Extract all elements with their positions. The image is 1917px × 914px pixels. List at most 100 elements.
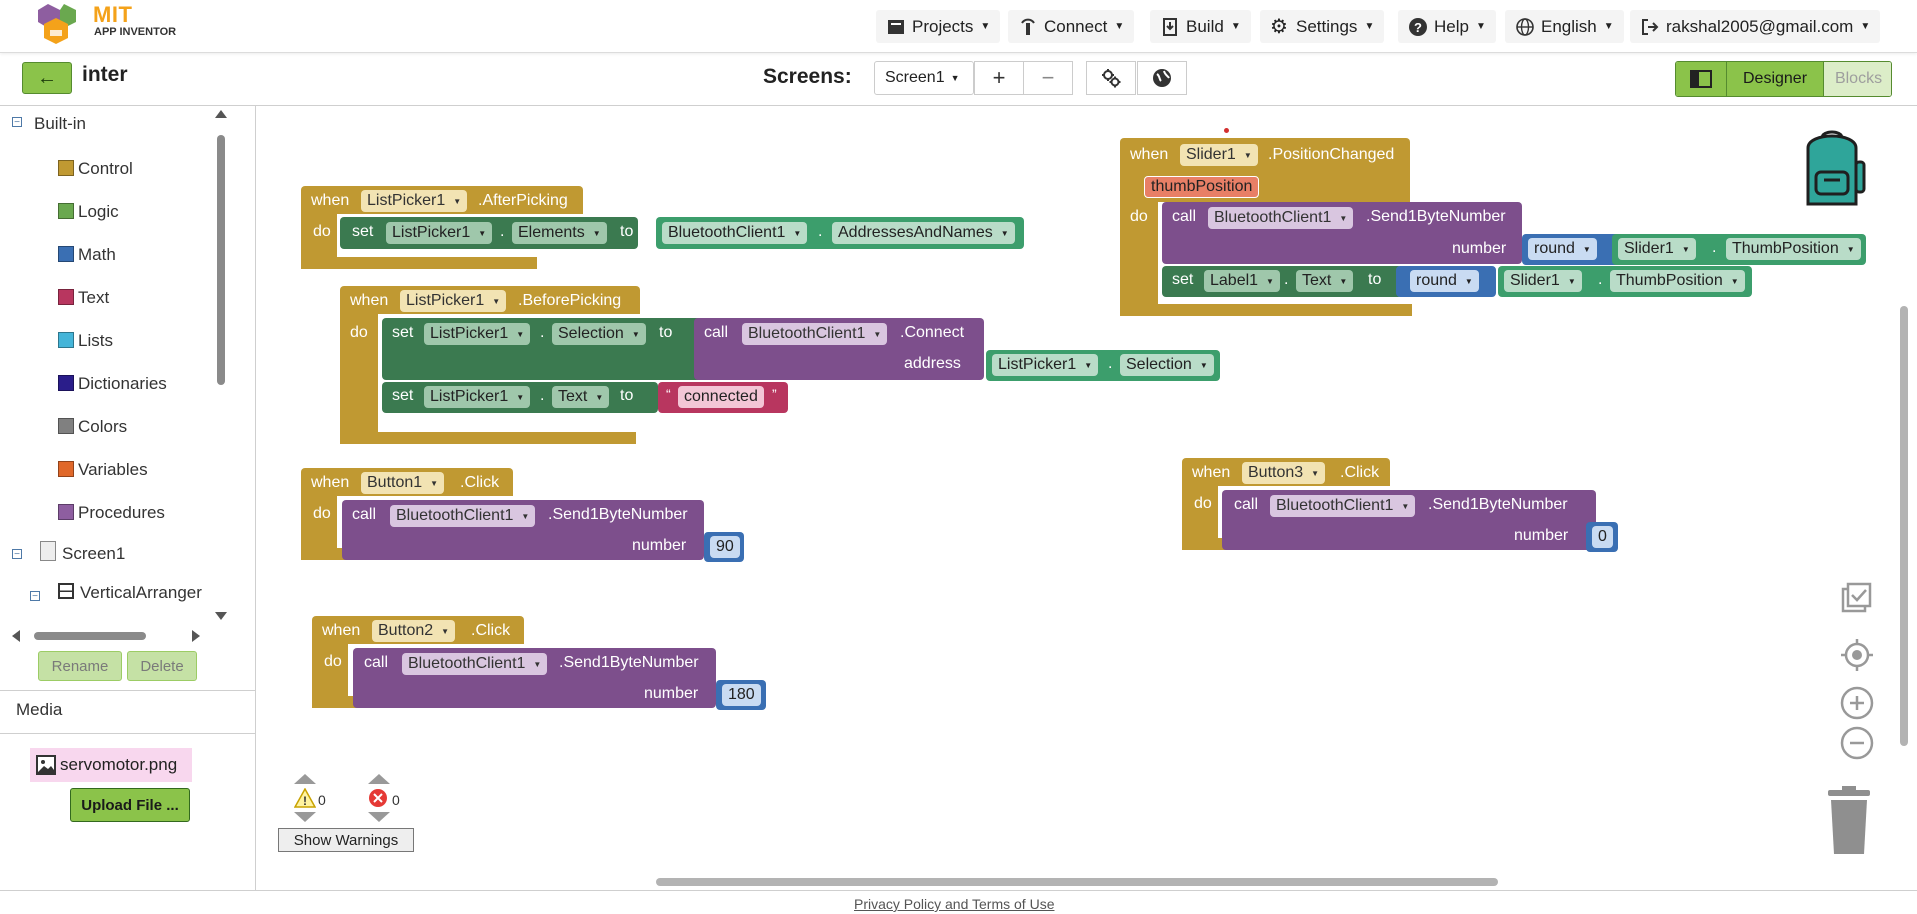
- call-component-dropdown[interactable]: BluetoothClient1 ▼: [1208, 207, 1354, 229]
- set-component-dropdown[interactable]: Label1 ▼: [1204, 270, 1280, 292]
- property-dropdown[interactable]: Selection ▼: [1120, 354, 1214, 376]
- text-value-field[interactable]: connected: [678, 386, 764, 408]
- warning-prev-icon[interactable]: [294, 774, 316, 784]
- scrollbar-thumb[interactable]: [217, 135, 225, 385]
- collapse-icon[interactable]: −: [12, 549, 22, 560]
- set-component-dropdown[interactable]: ListPicker1 ▼: [386, 222, 493, 244]
- collapse-icon[interactable]: −: [30, 591, 40, 602]
- connect-menu[interactable]: Connect ▼: [1008, 10, 1135, 43]
- center-target-icon[interactable]: [1840, 638, 1874, 672]
- component-dropdown[interactable]: ListPicker1 ▼: [992, 354, 1099, 376]
- remove-screen-button[interactable]: −: [1023, 61, 1073, 95]
- scroll-down-icon[interactable]: [215, 612, 227, 620]
- settings-menu[interactable]: ⚙ Settings ▼: [1260, 10, 1385, 43]
- scroll-right-icon[interactable]: [192, 630, 200, 642]
- settings-label: Settings: [1296, 16, 1358, 36]
- component-dropdown[interactable]: Button1 ▼: [361, 472, 445, 494]
- blocks-button[interactable]: Blocks: [1824, 62, 1891, 96]
- set-property-dropdown[interactable]: Elements ▼: [512, 222, 607, 244]
- call-component-dropdown[interactable]: BluetoothClient1 ▼: [402, 653, 548, 675]
- component-dropdown[interactable]: Button3 ▼: [1242, 462, 1326, 484]
- call-component-dropdown[interactable]: BluetoothClient1 ▼: [742, 323, 888, 345]
- workspace-horizontal-scrollbar[interactable]: [656, 878, 1498, 886]
- language-menu[interactable]: English ▼: [1505, 10, 1624, 43]
- scroll-left-icon[interactable]: [12, 630, 20, 642]
- warning-next-icon[interactable]: [294, 812, 316, 822]
- zoom-in-icon[interactable]: [1840, 686, 1874, 720]
- upload-file-button[interactable]: Upload File ...: [70, 788, 190, 822]
- tree-item-variables[interactable]: Variables: [58, 460, 148, 480]
- publish-button[interactable]: [1137, 61, 1187, 95]
- set-property-dropdown[interactable]: Text ▼: [552, 386, 610, 408]
- designer-icon-segment[interactable]: [1676, 62, 1727, 96]
- tree-item-label: Logic: [78, 202, 119, 221]
- tree-builtin[interactable]: Built-in: [34, 114, 86, 134]
- tree-item-colors[interactable]: Colors: [58, 417, 127, 437]
- checklist-icon[interactable]: [1840, 582, 1872, 614]
- error-prev-icon[interactable]: [368, 774, 390, 784]
- tree-item-verticalarrangement[interactable]: VerticalArranger: [58, 583, 202, 603]
- app-logo[interactable]: MIT APP INVENTOR: [38, 2, 198, 46]
- component-dropdown[interactable]: ListPicker1 ▼: [400, 290, 507, 312]
- account-menu[interactable]: rakshal2005@gmail.com ▼: [1630, 10, 1881, 43]
- tree-vertical-scrollbar[interactable]: [214, 110, 228, 620]
- number-value-field[interactable]: 90: [710, 536, 740, 558]
- show-warnings-button[interactable]: Show Warnings: [278, 828, 414, 852]
- privacy-policy-link[interactable]: Privacy Policy and Terms of Use: [854, 896, 1054, 912]
- screen-select[interactable]: Screen1 ▼: [874, 61, 974, 95]
- component-dropdown[interactable]: Slider1 ▼: [1504, 270, 1582, 292]
- round-dropdown[interactable]: round ▼: [1410, 270, 1479, 292]
- tree-item-procedures[interactable]: Procedures: [58, 503, 165, 523]
- workspace-vertical-scrollbar[interactable]: [1900, 306, 1908, 746]
- add-screen-button[interactable]: +: [974, 61, 1024, 95]
- designer-button[interactable]: Designer: [1727, 62, 1824, 96]
- project-properties-button[interactable]: [1086, 61, 1136, 95]
- rename-button[interactable]: Rename: [38, 651, 122, 681]
- property-dropdown[interactable]: AddressesAndNames ▼: [832, 222, 1015, 244]
- dropdown-value: Slider1: [1624, 240, 1674, 257]
- set-property-dropdown[interactable]: Selection ▼: [552, 323, 646, 345]
- number-value-field[interactable]: 0: [1592, 526, 1613, 548]
- projects-menu[interactable]: Projects ▼: [876, 10, 1001, 43]
- set-property-dropdown[interactable]: Text ▼: [1296, 270, 1354, 292]
- backpack-icon[interactable]: [1794, 128, 1870, 210]
- tree-item-control[interactable]: Control: [58, 159, 133, 179]
- tree-item-lists[interactable]: Lists: [58, 331, 113, 351]
- component-dropdown[interactable]: Slider1 ▼: [1618, 238, 1696, 260]
- parameter-thumbposition[interactable]: thumbPosition: [1144, 176, 1260, 198]
- build-menu[interactable]: Build ▼: [1150, 10, 1251, 43]
- set-component-dropdown[interactable]: ListPicker1 ▼: [424, 386, 531, 408]
- tree-item-label: Variables: [78, 460, 148, 479]
- tree-item-screen1[interactable]: Screen1: [40, 541, 125, 564]
- back-button[interactable]: ←: [22, 62, 72, 94]
- component-dropdown[interactable]: BluetoothClient1 ▼: [662, 222, 808, 244]
- component-dropdown[interactable]: ListPicker1 ▼: [361, 190, 468, 212]
- help-menu[interactable]: ? Help ▼: [1398, 10, 1496, 43]
- component-dropdown[interactable]: Slider1 ▼: [1180, 144, 1258, 166]
- set-component-dropdown[interactable]: ListPicker1 ▼: [424, 323, 531, 345]
- error-next-icon[interactable]: [368, 812, 390, 822]
- delete-button[interactable]: Delete: [127, 651, 197, 681]
- tree-horizontal-scrollbar[interactable]: [12, 629, 202, 643]
- set-block[interactable]: [1162, 266, 1402, 297]
- collapse-icon[interactable]: −: [12, 117, 22, 128]
- tree-item-dictionaries[interactable]: Dictionaries: [58, 374, 167, 394]
- component-dropdown[interactable]: Button2 ▼: [372, 620, 456, 642]
- chevron-down-icon: ▼: [478, 228, 487, 238]
- scroll-up-icon[interactable]: [215, 110, 227, 118]
- zoom-out-icon[interactable]: [1840, 726, 1874, 760]
- call-component-dropdown[interactable]: BluetoothClient1 ▼: [390, 505, 536, 527]
- round-dropdown[interactable]: round ▼: [1528, 238, 1597, 260]
- blocks-workspace[interactable]: when ListPicker1 ▼ .AfterPicking do set L…: [256, 106, 1917, 890]
- call-component-dropdown[interactable]: BluetoothClient1 ▼: [1270, 495, 1416, 517]
- tree-item-text[interactable]: Text: [58, 288, 109, 308]
- tree-item-math[interactable]: Math: [58, 245, 116, 265]
- property-dropdown[interactable]: ThumbPosition ▼: [1726, 238, 1861, 260]
- trash-icon[interactable]: [1824, 786, 1874, 856]
- media-file-item[interactable]: servomotor.png: [30, 748, 192, 782]
- tree-item-logic[interactable]: Logic: [58, 202, 119, 222]
- do-keyword: do: [324, 653, 342, 670]
- scrollbar-thumb[interactable]: [34, 632, 146, 640]
- property-dropdown[interactable]: ThumbPosition ▼: [1610, 270, 1745, 292]
- number-value-field[interactable]: 180: [722, 684, 761, 706]
